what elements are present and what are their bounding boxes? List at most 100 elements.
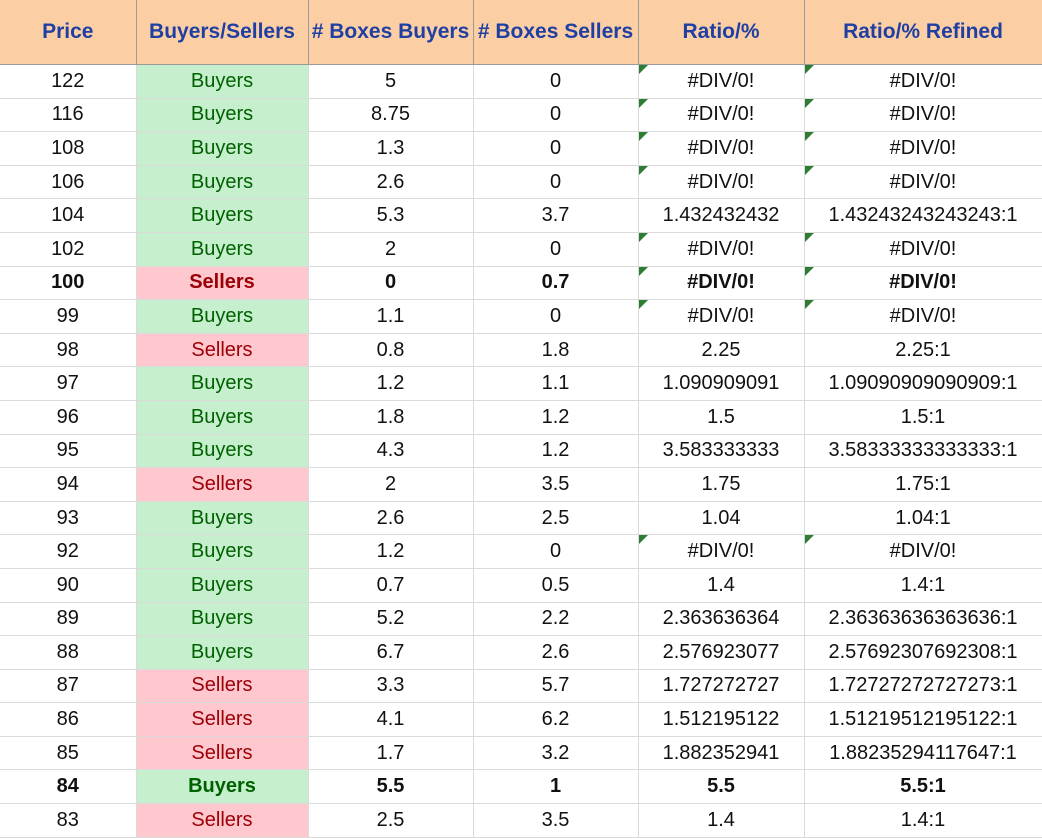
price-cell[interactable]: 94 xyxy=(0,467,137,502)
side-cell[interactable]: Sellers xyxy=(136,803,309,838)
boxes-buyers-cell[interactable]: 1.2 xyxy=(308,366,474,401)
price-cell[interactable]: 106 xyxy=(0,165,137,200)
ratio-cell[interactable]: 1.512195122 xyxy=(638,702,805,737)
boxes-sellers-cell[interactable]: 2.5 xyxy=(473,501,639,536)
ratio-refined-cell[interactable]: 1.09090909090909:1 xyxy=(804,366,1042,401)
side-cell[interactable]: Buyers xyxy=(136,232,309,267)
boxes-buyers-cell[interactable]: 4.1 xyxy=(308,702,474,737)
error-indicator-icon[interactable] xyxy=(638,535,648,545)
boxes-sellers-cell[interactable]: 0 xyxy=(473,534,639,569)
boxes-buyers-cell[interactable]: 8.75 xyxy=(308,98,474,133)
ratio-cell[interactable]: 1.727272727 xyxy=(638,669,805,704)
error-indicator-icon[interactable] xyxy=(638,65,648,74)
boxes-sellers-cell[interactable]: 0 xyxy=(473,98,639,133)
price-cell[interactable]: 85 xyxy=(0,736,137,771)
error-indicator-icon[interactable] xyxy=(804,165,814,175)
ratio-cell[interactable]: 1.090909091 xyxy=(638,366,805,401)
side-cell[interactable]: Buyers xyxy=(136,98,309,133)
boxes-sellers-cell[interactable]: 0 xyxy=(473,131,639,166)
side-cell[interactable]: Buyers xyxy=(136,602,309,637)
side-cell[interactable]: Sellers xyxy=(136,467,309,502)
ratio-cell[interactable]: 1.75 xyxy=(638,467,805,502)
ratio-refined-cell[interactable]: 1.72727272727273:1 xyxy=(804,669,1042,704)
boxes-buyers-cell[interactable]: 2.5 xyxy=(308,803,474,838)
header-ratio[interactable]: Ratio/% xyxy=(638,0,805,65)
ratio-cell[interactable]: #DIV/0! xyxy=(638,64,805,99)
boxes-sellers-cell[interactable]: 2.6 xyxy=(473,635,639,670)
side-cell[interactable]: Buyers xyxy=(136,434,309,469)
ratio-cell[interactable]: 3.583333333 xyxy=(638,434,805,469)
boxes-buyers-cell[interactable]: 0.7 xyxy=(308,568,474,603)
boxes-buyers-cell[interactable]: 5 xyxy=(308,64,474,99)
boxes-buyers-cell[interactable]: 2 xyxy=(308,467,474,502)
boxes-buyers-cell[interactable]: 2.6 xyxy=(308,501,474,536)
boxes-sellers-cell[interactable]: 3.5 xyxy=(473,803,639,838)
header-ratio-refined[interactable]: Ratio/% Refined xyxy=(804,0,1042,65)
boxes-buyers-cell[interactable]: 0.8 xyxy=(308,333,474,368)
price-cell[interactable]: 122 xyxy=(0,64,137,99)
boxes-sellers-cell[interactable]: 0.7 xyxy=(473,266,639,301)
side-cell[interactable]: Buyers xyxy=(136,299,309,334)
ratio-refined-cell[interactable]: #DIV/0! xyxy=(804,299,1042,334)
boxes-buyers-cell[interactable]: 1.3 xyxy=(308,131,474,166)
side-cell[interactable]: Sellers xyxy=(136,702,309,737)
ratio-refined-cell[interactable]: 1.5:1 xyxy=(804,400,1042,435)
boxes-sellers-cell[interactable]: 5.7 xyxy=(473,669,639,704)
price-cell[interactable]: 88 xyxy=(0,635,137,670)
boxes-sellers-cell[interactable]: 3.7 xyxy=(473,198,639,233)
price-cell[interactable]: 102 xyxy=(0,232,137,267)
error-indicator-icon[interactable] xyxy=(804,232,814,242)
side-cell[interactable]: Buyers xyxy=(136,635,309,670)
boxes-sellers-cell[interactable]: 3.5 xyxy=(473,467,639,502)
boxes-buyers-cell[interactable]: 1.7 xyxy=(308,736,474,771)
boxes-buyers-cell[interactable]: 5.2 xyxy=(308,602,474,637)
ratio-cell[interactable]: 1.4 xyxy=(638,568,805,603)
side-cell[interactable]: Buyers xyxy=(136,534,309,569)
header-price[interactable]: Price xyxy=(0,0,137,65)
boxes-sellers-cell[interactable]: 1.1 xyxy=(473,366,639,401)
ratio-cell[interactable]: #DIV/0! xyxy=(638,266,805,301)
price-cell[interactable]: 93 xyxy=(0,501,137,536)
header-boxes-buyers[interactable]: # Boxes Buyers xyxy=(308,0,474,65)
boxes-buyers-cell[interactable]: 2.6 xyxy=(308,165,474,200)
ratio-cell[interactable]: 1.4 xyxy=(638,803,805,838)
ratio-refined-cell[interactable]: 1.88235294117647:1 xyxy=(804,736,1042,771)
ratio-refined-cell[interactable]: #DIV/0! xyxy=(804,266,1042,301)
error-indicator-icon[interactable] xyxy=(804,132,814,142)
boxes-sellers-cell[interactable]: 1.8 xyxy=(473,333,639,368)
ratio-refined-cell[interactable]: 1.75:1 xyxy=(804,467,1042,502)
error-indicator-icon[interactable] xyxy=(804,98,814,108)
boxes-sellers-cell[interactable]: 0 xyxy=(473,299,639,334)
price-cell[interactable]: 100 xyxy=(0,266,137,301)
ratio-refined-cell[interactable]: #DIV/0! xyxy=(804,534,1042,569)
error-indicator-icon[interactable] xyxy=(638,300,648,310)
error-indicator-icon[interactable] xyxy=(804,535,814,545)
side-cell[interactable]: Buyers xyxy=(136,165,309,200)
price-cell[interactable]: 99 xyxy=(0,299,137,334)
boxes-buyers-cell[interactable]: 0 xyxy=(308,266,474,301)
ratio-refined-cell[interactable]: 3.58333333333333:1 xyxy=(804,434,1042,469)
ratio-refined-cell[interactable]: 1.51219512195122:1 xyxy=(804,702,1042,737)
ratio-cell[interactable]: 2.25 xyxy=(638,333,805,368)
ratio-refined-cell[interactable]: 5.5:1 xyxy=(804,769,1042,805)
error-indicator-icon[interactable] xyxy=(804,65,814,74)
ratio-refined-cell[interactable]: #DIV/0! xyxy=(804,232,1042,267)
ratio-refined-cell[interactable]: 2.57692307692308:1 xyxy=(804,635,1042,670)
ratio-refined-cell[interactable]: 2.25:1 xyxy=(804,333,1042,368)
boxes-buyers-cell[interactable]: 1.8 xyxy=(308,400,474,435)
ratio-cell[interactable]: #DIV/0! xyxy=(638,232,805,267)
ratio-cell[interactable]: 5.5 xyxy=(638,769,805,805)
side-cell[interactable]: Sellers xyxy=(136,266,309,301)
boxes-buyers-cell[interactable]: 3.3 xyxy=(308,669,474,704)
boxes-buyers-cell[interactable]: 1.2 xyxy=(308,534,474,569)
price-cell[interactable]: 98 xyxy=(0,333,137,368)
price-cell[interactable]: 84 xyxy=(0,769,137,805)
boxes-buyers-cell[interactable]: 2 xyxy=(308,232,474,267)
boxes-buyers-cell[interactable]: 4.3 xyxy=(308,434,474,469)
ratio-refined-cell[interactable]: 1.43243243243243:1 xyxy=(804,198,1042,233)
boxes-sellers-cell[interactable]: 2.2 xyxy=(473,602,639,637)
boxes-buyers-cell[interactable]: 6.7 xyxy=(308,635,474,670)
ratio-cell[interactable]: #DIV/0! xyxy=(638,534,805,569)
boxes-sellers-cell[interactable]: 1 xyxy=(473,769,639,805)
ratio-cell[interactable]: 2.576923077 xyxy=(638,635,805,670)
